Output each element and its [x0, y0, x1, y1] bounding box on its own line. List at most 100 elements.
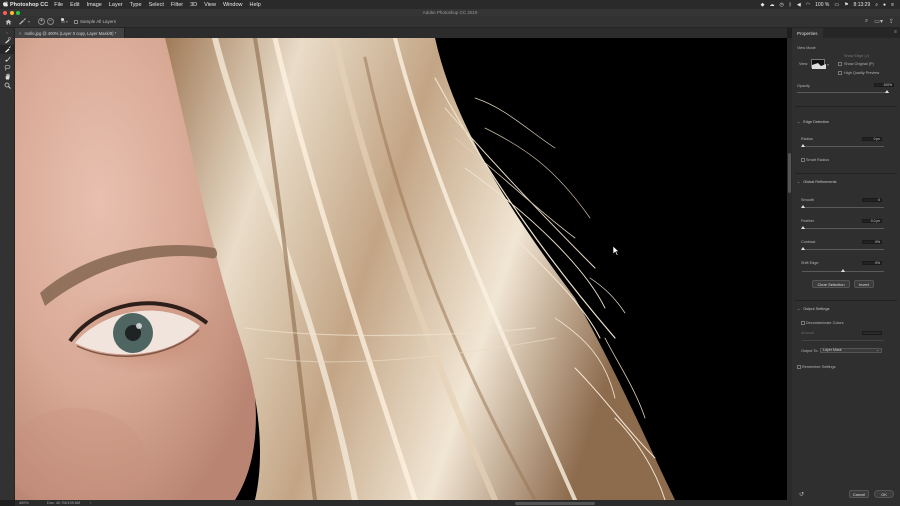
tools-panel: »	[0, 28, 15, 500]
battery-percent: 100 %	[815, 1, 830, 8]
opacity-value[interactable]: 100%	[874, 83, 894, 87]
window-controls	[3, 10, 20, 15]
menu-image[interactable]: Image	[87, 2, 102, 8]
output-settings-header[interactable]: ⌄ Output Settings	[797, 306, 829, 311]
contrast-value[interactable]: 0%	[862, 240, 882, 244]
document-canvas[interactable]	[15, 38, 787, 500]
menu-edit[interactable]: Edit	[70, 2, 79, 8]
vertical-scroll-thumb[interactable]	[788, 153, 791, 193]
zoom-level[interactable]: 400%	[19, 501, 47, 505]
wifi-icon[interactable]: ◠	[806, 2, 810, 8]
menu-select[interactable]: Select	[149, 2, 164, 8]
panel-menu-icon[interactable]: ≡	[894, 29, 897, 35]
refine-edge-brush-tool-preset-icon[interactable]: ▾	[18, 18, 30, 25]
notification-center-icon[interactable]: ≡	[891, 2, 894, 8]
quick-selection-tool-icon[interactable]	[0, 36, 15, 45]
cancel-button[interactable]: Cancel	[849, 490, 869, 498]
reset-icon[interactable]: ↺	[799, 491, 804, 498]
menu-layer[interactable]: Layer	[109, 2, 123, 8]
eye-highlight	[136, 323, 142, 329]
menu-file[interactable]: File	[54, 2, 63, 8]
properties-tab[interactable]: Properties	[792, 28, 823, 38]
amount-label: Amount	[801, 331, 815, 335]
search-icon[interactable]: ⌕	[865, 18, 868, 25]
menu-app-name[interactable]: Photoshop CC	[10, 2, 48, 8]
menu-type[interactable]: Type	[130, 2, 142, 8]
feather-label: Feather	[801, 219, 815, 223]
feather-slider-track[interactable]	[802, 228, 884, 229]
high-quality-preview-checkbox[interactable]	[838, 71, 842, 75]
output-to-select[interactable]: Layer Mask ⌄	[820, 348, 882, 353]
menubar-clock[interactable]: 8:13:29	[854, 2, 871, 8]
view-mode-preview-icon	[812, 63, 826, 69]
brush-size-picker[interactable]: 10 ▾	[61, 18, 68, 25]
smooth-slider-thumb[interactable]	[801, 205, 805, 208]
status-bar: 400% Doc: 40,7M/109,8M ›	[15, 500, 792, 506]
menu-3d[interactable]: 3D	[190, 2, 197, 8]
close-tab-icon[interactable]: ×	[19, 31, 21, 36]
cloud-icon[interactable]: ☁	[770, 2, 775, 8]
menu-help[interactable]: Help	[250, 2, 261, 8]
document-tab[interactable]: × mollo.jpg @ 400% (Layer 0 copy, Layer …	[15, 28, 125, 38]
smart-radius-checkbox[interactable]	[801, 158, 805, 162]
dropbox-icon[interactable]: ◆	[761, 2, 765, 8]
menubar-status-area: ◆ ☁ ◷ ᛒ ◀ ◠ 100 % ▭ ⚑ 8:13:29 ⌕ ● ≡	[761, 0, 894, 9]
brush-mode-group: + −	[38, 18, 56, 25]
shift-edge-slider-thumb[interactable]	[841, 269, 845, 272]
hand-tool-icon[interactable]	[0, 72, 15, 81]
show-original-label: Show Original (P)	[844, 62, 874, 66]
add-to-selection-icon[interactable]: +	[38, 18, 46, 25]
close-window-button[interactable]	[3, 10, 7, 15]
tools-collapse-icon[interactable]: »	[0, 28, 14, 36]
flag-icon[interactable]: ⚑	[844, 2, 848, 8]
shift-edge-value[interactable]: 0%	[862, 261, 882, 265]
ok-button[interactable]: OK	[874, 490, 894, 498]
siri-icon[interactable]: ●	[883, 2, 886, 8]
radius-slider-thumb[interactable]	[801, 144, 805, 147]
feather-value[interactable]: 0,0 px	[862, 219, 882, 223]
view-mode-dropdown-icon[interactable]: ▾	[827, 62, 829, 67]
apple-icon[interactable]	[0, 0, 10, 9]
chevron-down-icon: ⌄	[797, 307, 801, 311]
global-refinements-header[interactable]: ⌄ Global Refinements	[797, 179, 837, 184]
zoom-tool-icon[interactable]	[0, 81, 15, 90]
subtract-from-selection-icon[interactable]: −	[47, 18, 55, 25]
decontaminate-colors-checkbox[interactable]	[801, 321, 805, 325]
menu-window[interactable]: Window	[223, 2, 243, 8]
refine-edge-brush-tool-icon[interactable]	[0, 45, 15, 54]
share-icon[interactable]: ⇪	[889, 18, 894, 25]
sample-all-layers-option[interactable]: Sample All Layers	[73, 19, 116, 24]
smooth-slider-track[interactable]	[802, 207, 884, 208]
menu-view[interactable]: View	[204, 2, 216, 8]
status-menu-icon[interactable]: ›	[90, 501, 91, 505]
smooth-value[interactable]: 0	[862, 198, 882, 202]
brush-tool-icon[interactable]	[0, 54, 15, 63]
sample-all-layers-checkbox[interactable]	[73, 19, 78, 24]
menu-filter[interactable]: Filter	[171, 2, 183, 8]
workspace-icon[interactable]: ▭▾	[874, 18, 883, 25]
horizontal-scroll-thumb[interactable]	[515, 501, 595, 505]
clear-selection-button[interactable]: Clear Selection	[812, 280, 850, 288]
edge-detection-header[interactable]: ⌄ Edge Detection	[797, 119, 829, 124]
contrast-label: Contrast	[801, 240, 816, 244]
invert-button[interactable]: Invert	[854, 280, 874, 288]
battery-icon[interactable]: ▭	[834, 2, 839, 8]
remember-settings-checkbox[interactable]	[797, 365, 801, 369]
radius-slider-track[interactable]	[802, 146, 884, 147]
volume-icon[interactable]: ◀	[797, 2, 801, 8]
opacity-slider-track[interactable]	[797, 92, 889, 93]
maximize-window-button[interactable]	[16, 10, 20, 15]
minimize-window-button[interactable]	[9, 10, 14, 15]
show-original-checkbox[interactable]	[838, 62, 842, 66]
spotlight-icon[interactable]: ⌕	[875, 2, 878, 8]
opacity-slider-thumb[interactable]	[885, 90, 889, 93]
view-mode-thumbnail[interactable]	[811, 59, 826, 69]
bluetooth-icon[interactable]: ᛒ	[789, 2, 792, 8]
feather-slider-thumb[interactable]	[801, 226, 805, 229]
timemachine-icon[interactable]: ◷	[780, 2, 784, 8]
contrast-slider-thumb[interactable]	[801, 247, 805, 250]
lasso-tool-icon[interactable]	[0, 63, 15, 72]
contrast-slider-track[interactable]	[802, 249, 884, 250]
home-icon[interactable]	[5, 19, 12, 25]
radius-value[interactable]: 0 px	[862, 137, 882, 141]
